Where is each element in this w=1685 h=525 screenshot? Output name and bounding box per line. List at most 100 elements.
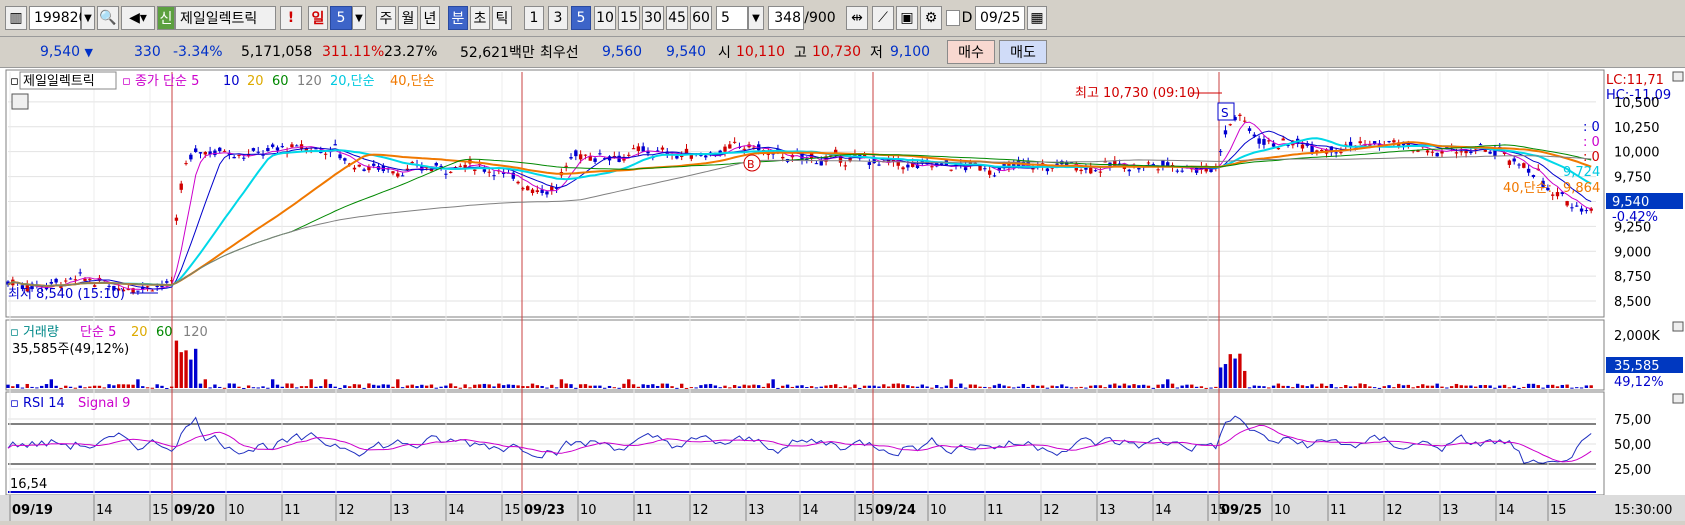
interval-15-button[interactable]: 15 xyxy=(618,6,640,30)
date-checkbox[interactable] xyxy=(946,10,960,26)
code-dropdown-chevron-down-icon[interactable]: ▼ xyxy=(81,6,95,30)
period-day-value[interactable]: 5 xyxy=(330,6,352,30)
volume-bar xyxy=(578,384,583,388)
date-input[interactable]: 09/25 xyxy=(975,6,1025,30)
volume-current: 35,585주(49,12%) xyxy=(12,342,129,357)
interval-1-button[interactable]: 1 xyxy=(524,6,544,30)
volume-bar xyxy=(295,387,299,389)
volume-bar xyxy=(1199,386,1204,388)
volume-bar xyxy=(1344,384,1348,388)
zero-label-1: : 0 xyxy=(1583,120,1600,135)
interval-5-button[interactable]: 5 xyxy=(571,6,591,30)
zoom-icon[interactable]: ⇹ xyxy=(846,6,868,30)
x-axis-label: 10 xyxy=(1274,503,1291,518)
candle-body xyxy=(242,157,246,159)
candle-body xyxy=(1531,175,1536,177)
interval-10-button[interactable]: 10 xyxy=(594,6,616,30)
volume-bar xyxy=(1579,387,1584,389)
price-panel-handle-icon[interactable]: ▫ xyxy=(10,74,19,89)
chart-type-icon[interactable]: ▥ xyxy=(5,6,27,30)
volume-bar xyxy=(521,386,525,388)
period-tick-button[interactable]: 틱 xyxy=(492,6,512,30)
volume-bar xyxy=(1348,386,1353,388)
volume-bar xyxy=(588,385,592,388)
alert-button[interactable]: ! xyxy=(280,6,302,30)
sell-button[interactable]: 매도 xyxy=(999,40,1047,64)
volume-bar xyxy=(1190,384,1194,388)
volume-bar xyxy=(1214,386,1218,388)
x-axis-label: 12 xyxy=(692,503,709,518)
period-month-button[interactable]: 월 xyxy=(398,6,418,30)
day-dropdown-chevron-down-icon[interactable]: ▼ xyxy=(352,6,366,30)
volume-bar xyxy=(752,384,756,388)
x-axis-label: 11 xyxy=(284,503,301,518)
period-week-button[interactable]: 주 xyxy=(376,6,396,30)
candle-body xyxy=(1459,151,1463,153)
candle-body xyxy=(1483,149,1488,152)
stock-code-input[interactable]: 199820 xyxy=(29,6,87,30)
volume-bar xyxy=(968,384,973,388)
volume-bar xyxy=(405,385,410,388)
draw-line-icon[interactable]: ⟋ xyxy=(872,6,894,30)
interval-30-button[interactable]: 30 xyxy=(642,6,664,30)
volume-bar xyxy=(689,387,694,389)
volume-bar xyxy=(1541,387,1545,389)
volume-panel-minimize-icon[interactable] xyxy=(1672,321,1684,332)
custom-interval-input[interactable]: 5 xyxy=(716,6,748,30)
price-change: 330 xyxy=(134,44,161,60)
rsi-panel-minimize-icon[interactable] xyxy=(1672,393,1684,404)
volume-bar xyxy=(83,387,87,389)
grid-toggle-icon[interactable] xyxy=(11,93,29,110)
interval-3-button[interactable]: 3 xyxy=(548,6,568,30)
candle-body xyxy=(593,158,597,162)
ma40-label-tag: 40,단순: xyxy=(1503,181,1552,196)
interval-dropdown-chevron-down-icon[interactable]: ▼ xyxy=(748,6,764,30)
period-day-button[interactable]: 일 xyxy=(308,6,328,30)
volume-bar xyxy=(1474,386,1478,388)
volume-bar xyxy=(1464,385,1468,388)
stock-name: 제일일렉트릭 xyxy=(175,6,276,30)
volume-bar xyxy=(1425,385,1430,388)
candle-body xyxy=(256,151,260,153)
candle-body xyxy=(680,156,684,158)
price-panel-minimize-icon[interactable] xyxy=(1672,71,1684,82)
volume-bar xyxy=(1002,385,1006,388)
interval-60-button[interactable]: 60 xyxy=(690,6,712,30)
volume-bar xyxy=(44,384,49,388)
candle-body xyxy=(867,162,872,165)
candle-body xyxy=(174,217,179,221)
legend-ma20-simple: 20,단순 xyxy=(330,74,375,89)
volume-bar xyxy=(1218,367,1223,388)
candle-body xyxy=(1223,130,1228,135)
search-icon[interactable]: 🔍 xyxy=(97,6,119,30)
candle-body xyxy=(54,278,58,283)
candle-body xyxy=(1175,170,1180,172)
volume-bar xyxy=(266,387,270,389)
period-second-button[interactable]: 초 xyxy=(470,6,490,30)
gear-icon[interactable]: ⚙ xyxy=(920,6,942,30)
legend-close: ▫ 종가 단순 5 xyxy=(122,74,199,89)
volume-bar xyxy=(1055,386,1059,388)
volume-bar xyxy=(1397,383,1401,388)
candle-body xyxy=(458,165,463,167)
candle-body xyxy=(1238,114,1242,116)
calendar-icon[interactable]: ▦ xyxy=(1027,6,1047,30)
candle-body xyxy=(646,151,650,154)
candle-body xyxy=(1430,151,1435,153)
volume-bar xyxy=(1103,387,1107,389)
volume-bar xyxy=(1560,384,1564,388)
period-minute-button[interactable]: 분 xyxy=(448,6,468,30)
interval-45-button[interactable]: 45 xyxy=(666,6,688,30)
candle-body xyxy=(930,166,934,168)
buy-button[interactable]: 매수 xyxy=(947,40,995,64)
volume-bar xyxy=(1584,385,1589,388)
sound-icon[interactable]: ◀▾ xyxy=(121,6,155,30)
volume-bar xyxy=(1108,384,1112,388)
candle-body xyxy=(530,189,535,194)
stock-chart-svg[interactable]: ▫ 제일일렉트릭 ▫ 종가 단순 5 10 20 60 120 20,단순 40… xyxy=(0,68,1685,521)
save-icon[interactable]: ▣ xyxy=(896,6,918,30)
count-input[interactable]: 348 xyxy=(768,6,804,30)
low-price: 9,100 xyxy=(890,44,931,60)
period-year-button[interactable]: 년 xyxy=(420,6,440,30)
candle-body xyxy=(1257,138,1261,144)
